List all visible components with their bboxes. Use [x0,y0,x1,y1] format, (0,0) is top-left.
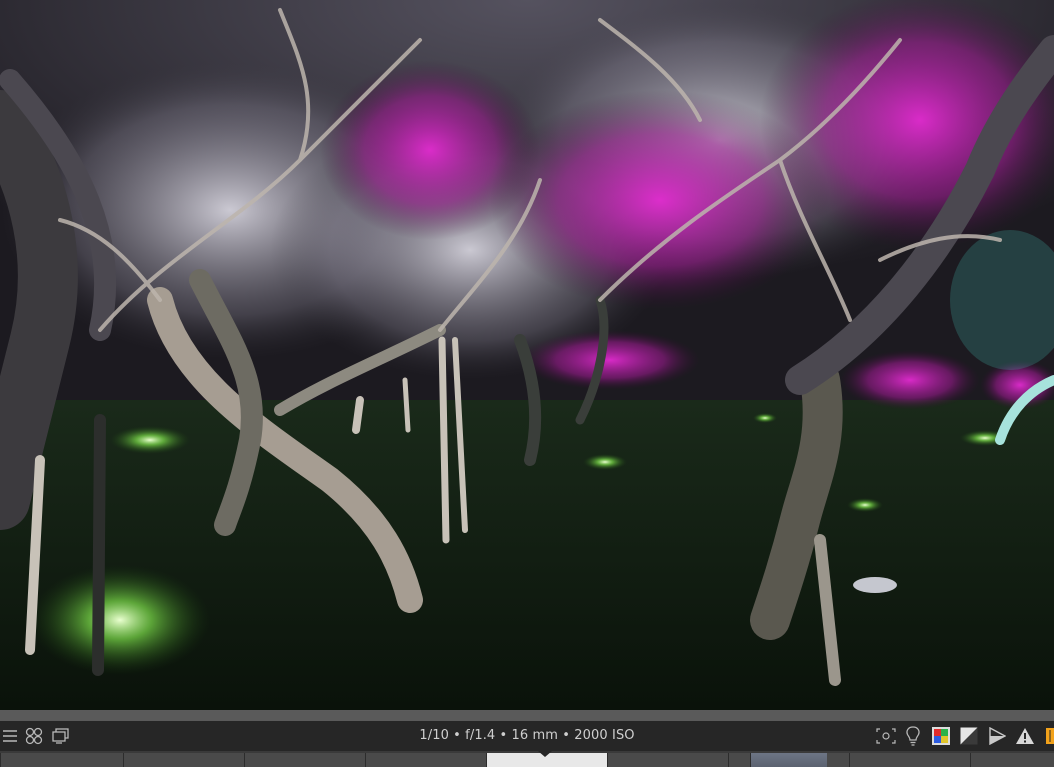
selected-marker [538,751,552,757]
filmstrip-thumbnail[interactable] [123,753,244,767]
exif-iso: 2000 ISO [574,728,635,743]
gamut-warning-icon[interactable] [1015,726,1035,746]
softproof-icon[interactable] [987,726,1007,746]
filmstrip-thumbnail[interactable] [849,753,970,767]
filmstrip-thumbnail[interactable] [970,753,1054,767]
color-label-icon[interactable] [1044,726,1054,746]
exif-aperture: f/1.4 [465,728,496,743]
focus-peaking-icon[interactable] [876,726,896,746]
color-assessment-icon[interactable] [931,726,951,746]
bottom-toolbar: 1/10 • f/1.4 • 16 mm • 2000 ISO [0,721,1054,751]
exif-focal-length: 16 mm [511,728,559,743]
exif-separator: • [495,728,512,743]
image-viewer[interactable] [0,0,1054,710]
filmstrip-thumbnail[interactable] [607,753,728,767]
lightbulb-icon[interactable] [903,726,923,746]
exif-separator: • [448,728,466,743]
filmstrip-thumbnail[interactable] [365,753,486,767]
photo-canvas [0,0,1054,710]
filmstrip-thumbnail[interactable] [0,753,123,767]
exif-separator: • [558,728,575,743]
clipping-icon[interactable] [959,726,979,746]
filmstrip[interactable] [0,751,1054,767]
filmstrip-thumbnail[interactable] [244,753,365,767]
panel-divider[interactable] [0,710,1054,721]
exif-shutter: 1/10 [419,728,449,743]
filmstrip-photo-preview[interactable] [750,753,827,767]
